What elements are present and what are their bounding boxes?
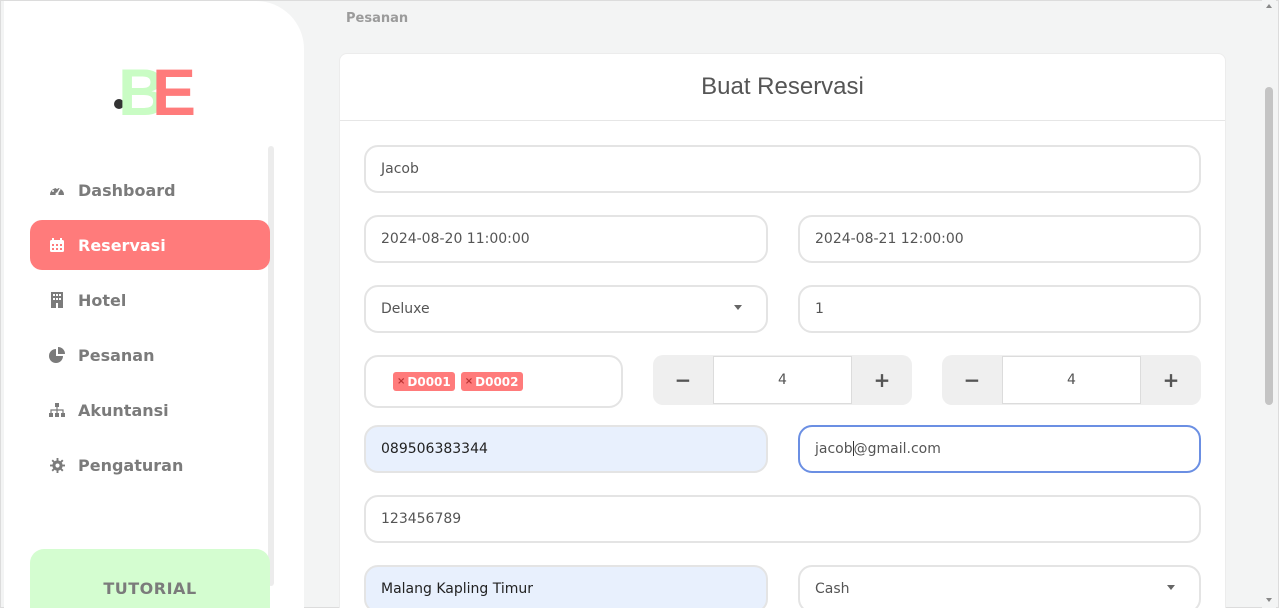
payment-method-value: Cash	[815, 581, 850, 597]
page-scrollbar-thumb[interactable]	[1265, 87, 1273, 405]
remove-tag-icon[interactable]: ×	[397, 376, 405, 387]
sidebar-item-label: Akuntansi	[78, 400, 169, 420]
tutorial-label: TUTORIAL	[103, 579, 197, 598]
scroll-up-icon[interactable]	[1266, 4, 1272, 8]
increment-button[interactable]: +	[1141, 355, 1201, 405]
chevron-down-icon	[1167, 585, 1175, 590]
calendar-icon	[48, 236, 66, 254]
sidebar-item-label: Pengaturan	[78, 455, 184, 475]
chevron-down-icon	[734, 305, 742, 310]
decrement-button[interactable]: −	[653, 355, 713, 405]
phone-value: 089506383344	[381, 441, 488, 457]
sidebar-item-reservasi[interactable]: Reservasi	[30, 220, 270, 270]
sidebar-item-pesanan[interactable]: Pesanan	[30, 330, 270, 380]
email-value-start: jacob	[815, 441, 853, 457]
email-field[interactable]: jacob @gmail.com	[798, 425, 1201, 473]
sidebar-item-label: Pesanan	[78, 345, 155, 365]
id-number-value: 123456789	[381, 511, 462, 527]
sidebar-item-dashboard[interactable]: Dashboard	[30, 165, 270, 215]
room-tag-label: D0001	[407, 374, 451, 389]
page-title: Buat Reservasi	[340, 54, 1225, 121]
room-tag: × D0001	[393, 372, 455, 391]
scroll-down-icon[interactable]	[1266, 598, 1272, 602]
room-count-value: 1	[815, 301, 824, 317]
sidebar-item-hotel[interactable]: Hotel	[30, 275, 270, 325]
remove-tag-icon[interactable]: ×	[465, 376, 473, 387]
name-field[interactable]: Jacob	[364, 145, 1201, 193]
gear-icon	[48, 456, 66, 474]
sidebar-item-pengaturan[interactable]: Pengaturan	[30, 440, 270, 490]
decrement-button[interactable]: −	[942, 355, 1002, 405]
svg-text:E: E	[152, 57, 196, 121]
address-value: Malang Kapling Timur	[381, 581, 534, 597]
payment-method-select[interactable]: Cash	[798, 565, 1201, 608]
sidebar-item-label: Hotel	[78, 290, 127, 310]
breadcrumb[interactable]: Pesanan	[346, 11, 408, 26]
email-value-end: @gmail.com	[853, 441, 941, 457]
check-out-value: 2024-08-21 12:00:00	[815, 231, 964, 247]
room-type-select[interactable]: Deluxe	[364, 285, 768, 333]
room-type-value: Deluxe	[381, 301, 430, 317]
brand-logo[interactable]: B E	[112, 57, 202, 121]
room-count-field[interactable]: 1	[798, 285, 1201, 333]
room-tag-label: D0002	[475, 374, 519, 389]
pie-chart-icon	[48, 346, 66, 364]
id-number-field[interactable]: 123456789	[364, 495, 1201, 543]
room-multiselect[interactable]: × D0001 × D0002	[364, 355, 623, 408]
address-field[interactable]: Malang Kapling Timur	[364, 565, 768, 608]
check-in-value: 2024-08-20 11:00:00	[381, 231, 530, 247]
building-icon	[48, 291, 66, 309]
check-out-field[interactable]: 2024-08-21 12:00:00	[798, 215, 1201, 263]
children-stepper: − 4 +	[942, 355, 1201, 405]
tutorial-card[interactable]: TUTORIAL	[30, 549, 270, 608]
adults-value[interactable]: 4	[713, 356, 852, 404]
check-in-field[interactable]: 2024-08-20 11:00:00	[364, 215, 768, 263]
phone-field[interactable]: 089506383344	[364, 425, 768, 473]
increment-button[interactable]: +	[852, 355, 912, 405]
dashboard-icon	[48, 181, 66, 199]
name-value: Jacob	[381, 161, 419, 177]
sidebar-item-label: Reservasi	[78, 235, 166, 255]
room-tag: × D0002	[460, 372, 523, 391]
sitemap-icon	[48, 401, 66, 419]
children-value[interactable]: 4	[1002, 356, 1141, 404]
sidebar-item-akuntansi[interactable]: Akuntansi	[30, 385, 270, 435]
sidebar-item-label: Dashboard	[78, 180, 176, 200]
adults-stepper: − 4 +	[653, 355, 912, 405]
